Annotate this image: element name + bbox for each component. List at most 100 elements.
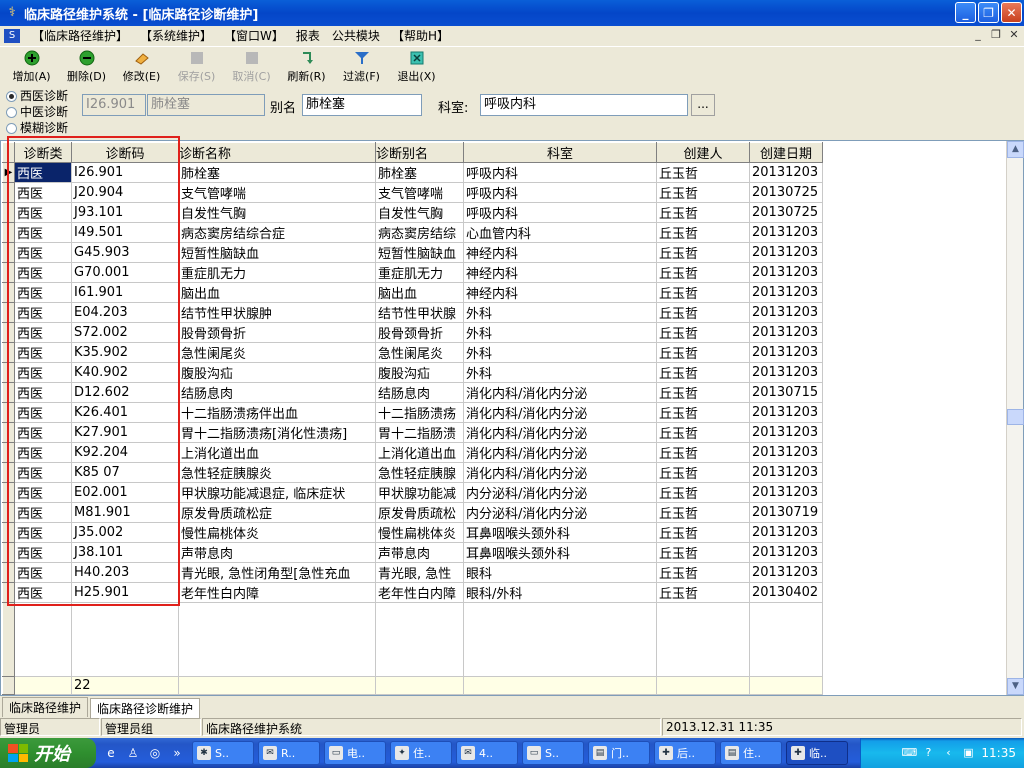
media-icon[interactable]: ◎: [146, 744, 164, 762]
menu-clinical-path[interactable]: 【临床路径维护】: [26, 27, 134, 44]
cell-creator[interactable]: 丘玉哲: [656, 162, 750, 183]
table-row[interactable]: 西医 D12.602 结肠息肉 结肠息肉 消化内科/消化内分泌 丘玉哲 20130715: [2, 382, 823, 403]
row-indicator[interactable]: [2, 342, 15, 363]
cell-code[interactable]: K92.204: [71, 442, 179, 463]
dept-field[interactable]: 呼吸内科: [480, 94, 688, 116]
table-row[interactable]: 西医 J20.904 支气管哮喘 支气管哮喘 呼吸内科 丘玉哲 20130725: [2, 182, 823, 203]
row-indicator[interactable]: [2, 582, 15, 603]
cell-name[interactable]: 自发性气胸: [178, 202, 376, 223]
cell-alias[interactable]: 原发骨质疏松: [375, 502, 464, 523]
row-indicator[interactable]: [2, 222, 15, 243]
diagnosis-grid[interactable]: 诊断类 诊断码 诊断名称 诊断别名 科室 创建人 创建日期 ▶ 西医 I26.901…: [0, 140, 1024, 696]
cell-creator[interactable]: 丘玉哲: [656, 542, 750, 563]
ie-icon[interactable]: e: [102, 744, 120, 762]
cell-type[interactable]: 西医: [14, 542, 72, 563]
row-indicator[interactable]: [2, 362, 15, 383]
filter-button[interactable]: 过滤(F): [334, 47, 389, 83]
cell-date[interactable]: 20131203: [749, 222, 823, 243]
cell-name[interactable]: 上消化道出血: [178, 442, 376, 463]
cancel-button[interactable]: 取消(C): [224, 47, 279, 83]
row-indicator[interactable]: [2, 402, 15, 423]
radio-chinese[interactable]: 中医诊断: [6, 104, 68, 120]
cell-type[interactable]: 西医: [14, 522, 72, 543]
cell-code[interactable]: I49.501: [71, 222, 179, 243]
cell-creator[interactable]: 丘玉哲: [656, 342, 750, 363]
cell-code[interactable]: K40.902: [71, 362, 179, 383]
taskbar-task-button[interactable]: ▭ 电..: [324, 741, 386, 765]
cell-date[interactable]: 20130402: [749, 582, 823, 603]
col-header-dept[interactable]: 科室: [463, 142, 657, 163]
network-icon[interactable]: ▣: [961, 746, 975, 760]
col-header-name[interactable]: 诊断名称: [178, 142, 376, 163]
table-row[interactable]: 西医 I61.901 脑出血 脑出血 神经内科 丘玉哲 20131203: [2, 282, 823, 303]
row-indicator[interactable]: [2, 422, 15, 443]
cell-name[interactable]: 脑出血: [178, 282, 376, 303]
vertical-scrollbar[interactable]: ▲ ▼: [1006, 141, 1024, 695]
table-row[interactable]: 西医 M81.901 原发骨质疏松症 原发骨质疏松 内分泌科/消化内分泌 丘玉哲 20130…: [2, 502, 823, 523]
cell-alias[interactable]: 脑出血: [375, 282, 464, 303]
table-row[interactable]: 西医 K26.401 十二指肠溃疡伴出血 十二指肠溃疡 消化内科/消化内分泌 丘玉哲 201…: [2, 402, 823, 423]
scroll-up-icon[interactable]: ▲: [1007, 141, 1024, 158]
close-button[interactable]: ✕: [1001, 2, 1022, 23]
row-indicator[interactable]: [2, 502, 15, 523]
table-row[interactable]: 西医 J38.101 声带息肉 声带息肉 耳鼻咽喉头颈外科 丘玉哲 20131203: [2, 542, 823, 563]
cell-code[interactable]: K85 07: [71, 462, 179, 483]
table-row[interactable]: 西医 E02.001 甲状腺功能减退症, 临床症状 甲状腺功能减 内分泌科/消化内分泌丘…: [2, 482, 823, 503]
row-indicator[interactable]: [2, 562, 15, 583]
cell-alias[interactable]: 上消化道出血: [375, 442, 464, 463]
cell-creator[interactable]: 丘玉哲: [656, 502, 750, 523]
cell-date[interactable]: 20131203: [749, 302, 823, 323]
refresh-button[interactable]: 刷新(R): [279, 47, 334, 83]
cell-dept[interactable]: 神经内科: [463, 282, 657, 303]
cell-dept[interactable]: 眼科/外科: [463, 582, 657, 603]
taskbar-task-button[interactable]: ✚ 临..: [786, 741, 848, 765]
cell-creator[interactable]: 丘玉哲: [656, 422, 750, 443]
taskbar-task-button[interactable]: ✦ 住..: [390, 741, 452, 765]
cell-alias[interactable]: 老年性白内障: [375, 582, 464, 603]
cell-name[interactable]: 病态窦房结综合症: [178, 222, 376, 243]
diagnosis-code-field[interactable]: I26.901: [82, 94, 146, 116]
cell-code[interactable]: G70.001: [71, 262, 179, 283]
radio-western[interactable]: 西医诊断: [6, 88, 68, 104]
cell-code[interactable]: J20.904: [71, 182, 179, 203]
cell-code[interactable]: J38.101: [71, 542, 179, 563]
cell-type[interactable]: 西医: [14, 382, 72, 403]
cell-dept[interactable]: 呼吸内科: [463, 162, 657, 183]
row-indicator[interactable]: [2, 382, 15, 403]
row-indicator[interactable]: [2, 322, 15, 343]
mdi-child-icon[interactable]: S: [4, 28, 20, 43]
cell-type[interactable]: 西医: [14, 202, 72, 223]
cell-alias[interactable]: 胃十二指肠溃: [375, 422, 464, 443]
cell-code[interactable]: H25.901: [71, 582, 179, 603]
cell-name[interactable]: 急性阑尾炎: [178, 342, 376, 363]
cell-creator[interactable]: 丘玉哲: [656, 522, 750, 543]
cell-alias[interactable]: 肺栓塞: [375, 162, 464, 183]
table-row[interactable]: 西医 I49.501 病态窦房结综合症 病态窦房结综 心血管内科 丘玉哲 20131203: [2, 222, 823, 243]
cell-name[interactable]: 支气管哮喘: [178, 182, 376, 203]
exit-button[interactable]: 退出(X): [389, 47, 444, 83]
cell-alias[interactable]: 甲状腺功能减: [375, 482, 464, 503]
cell-type[interactable]: 西医: [14, 302, 72, 323]
cell-alias[interactable]: 结肠息肉: [375, 382, 464, 403]
table-row[interactable]: 西医 G45.903 短暂性脑缺血 短暂性脑缺血 神经内科 丘玉哲 20131203: [2, 242, 823, 263]
cell-name[interactable]: 青光眼, 急性闭角型[急性充血: [178, 562, 376, 583]
col-header-creator[interactable]: 创建人: [656, 142, 750, 163]
cell-dept[interactable]: 外科: [463, 302, 657, 323]
row-indicator[interactable]: [2, 542, 15, 563]
cell-name[interactable]: 短暂性脑缺血: [178, 242, 376, 263]
cell-date[interactable]: 20130715: [749, 382, 823, 403]
cell-dept[interactable]: 外科: [463, 342, 657, 363]
keyboard-icon[interactable]: ⌨: [901, 746, 917, 760]
cell-dept[interactable]: 外科: [463, 362, 657, 383]
cell-name[interactable]: 结节性甲状腺肿: [178, 302, 376, 323]
cell-dept[interactable]: 神经内科: [463, 262, 657, 283]
alias-field[interactable]: 肺栓塞: [302, 94, 422, 116]
table-row[interactable]: 西医 E04.203 结节性甲状腺肿 结节性甲状腺 外科 丘玉哲 20131203: [2, 302, 823, 323]
menu-window[interactable]: 【窗口W】: [218, 27, 290, 44]
menu-reports[interactable]: 报表: [290, 27, 326, 44]
table-row[interactable]: ▶ 西医 I26.901 肺栓塞 肺栓塞 呼吸内科 丘玉哲 20131203: [2, 162, 823, 183]
cell-date[interactable]: 20131203: [749, 542, 823, 563]
cell-dept[interactable]: 耳鼻咽喉头颈外科: [463, 522, 657, 543]
menu-common[interactable]: 公共模块: [326, 27, 386, 44]
row-indicator[interactable]: [2, 182, 15, 203]
